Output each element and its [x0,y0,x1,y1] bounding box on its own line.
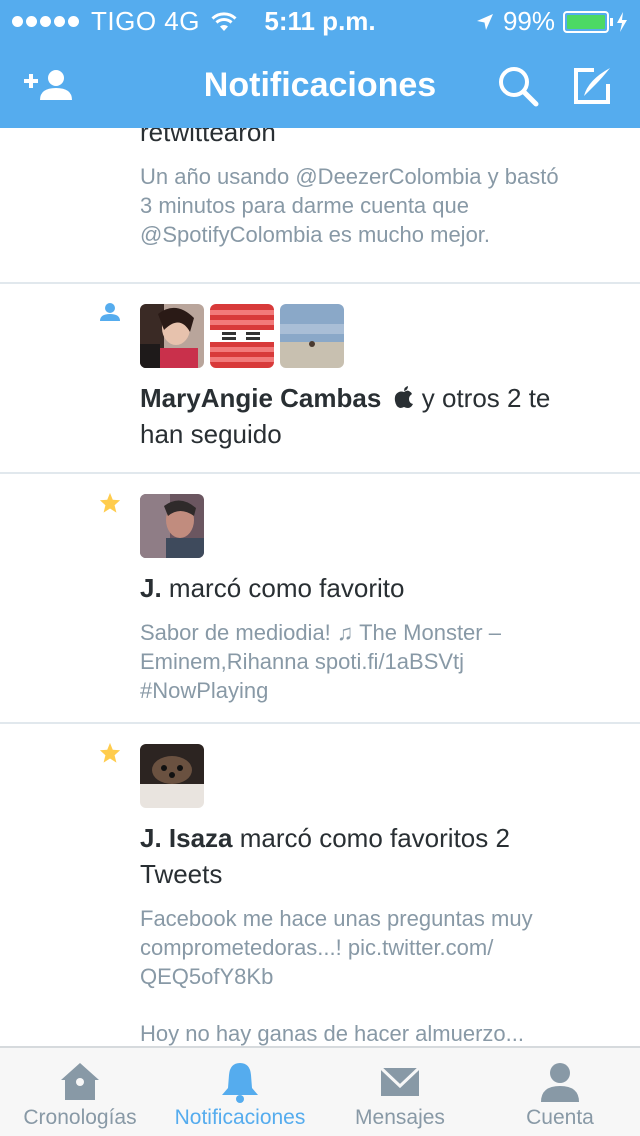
header: TIGO 4G 5:11 p.m. 99% Notificaciones [0,0,640,128]
notification-action: y otros 2 te [414,383,551,413]
star-icon [99,492,121,513]
tweet-line: 3 minutos para darme cuenta que [140,193,469,218]
battery-icon [563,10,628,33]
avatar[interactable] [210,304,274,368]
tweet-line: comprometedoras...! pic.twitter.com/ [140,935,494,960]
notification-action: marcó como favorito [161,573,405,603]
tab-label: Cuenta [526,1106,594,1129]
notification-action: retwittearon [140,128,276,147]
avatar[interactable] [140,494,204,558]
avatar[interactable] [140,744,204,808]
tweet-line: Sabor de mediodia! ♫ The Monster – [140,620,501,645]
tweet-line: Facebook me hace unas preguntas muy [140,906,533,931]
tab-label: Mensajes [355,1106,445,1129]
tweet-line: QEQ5ofY8Kb [140,964,274,989]
avatar[interactable] [140,304,204,368]
status-bar: TIGO 4G 5:11 p.m. 99% [0,0,640,40]
envelope-icon [379,1066,421,1096]
notification-action: Tweets [140,859,223,889]
tab-cuenta[interactable]: Cuenta [480,1048,640,1136]
tab-bar: Cronologías Notificaciones Mensajes Cuen… [0,1046,640,1136]
notification-item[interactable]: retwittearon Un año usando @DeezerColomb… [0,128,640,284]
compose-icon [574,68,610,104]
user-name[interactable]: J. Isaza [140,823,233,853]
notification-action: marcó como favoritos 2 [232,823,510,853]
tweet-line: #NowPlaying [140,678,269,703]
tab-label: Cronologías [23,1106,137,1129]
notification-action: han seguido [140,419,282,449]
tab-mensajes[interactable]: Mensajes [320,1048,480,1136]
bell-icon [222,1063,258,1103]
notification-item[interactable]: MaryAngie Cambas y otros 2 te han seguid… [0,284,640,474]
location-arrow-icon [476,13,493,30]
user-name[interactable]: MaryAngie Cambas [140,383,381,413]
tweet-line: Hoy no hay ganas de hacer almuerzo... [140,1021,525,1046]
tab-label: Notificaciones [174,1106,306,1129]
notification-item[interactable]: J. marcó como favorito Sabor de mediodia… [0,474,640,724]
battery-percentage: 99% [502,6,555,36]
tweet-line: Un año usando @DeezerColombia y bastó [140,164,559,189]
page-title: Notificaciones [203,66,437,104]
apple-icon [394,386,413,408]
tab-notificaciones[interactable]: Notificaciones [160,1048,320,1136]
tweet-line: Eminem,Rihanna spoti.fi/1aBSVtj [140,649,465,674]
notifications-feed[interactable]: retwittearon Un año usando @DeezerColomb… [0,128,640,1046]
star-icon [99,742,121,763]
user-name[interactable]: J. [140,573,162,603]
home-icon [61,1063,99,1100]
person-icon [541,1063,579,1102]
compose-tweet-button[interactable] [566,62,618,110]
tab-cronologias[interactable]: Cronologías [0,1048,160,1136]
notification-item[interactable]: J. Isaza marcó como favoritos 2 Tweets F… [0,724,640,1046]
search-button[interactable] [492,62,544,110]
person-icon [100,303,120,321]
search-icon [499,67,539,107]
nav-bar: Notificaciones [0,40,640,128]
tweet-line: @SpotifyColombia es mucho mejor. [140,222,491,247]
avatar[interactable] [280,304,344,368]
